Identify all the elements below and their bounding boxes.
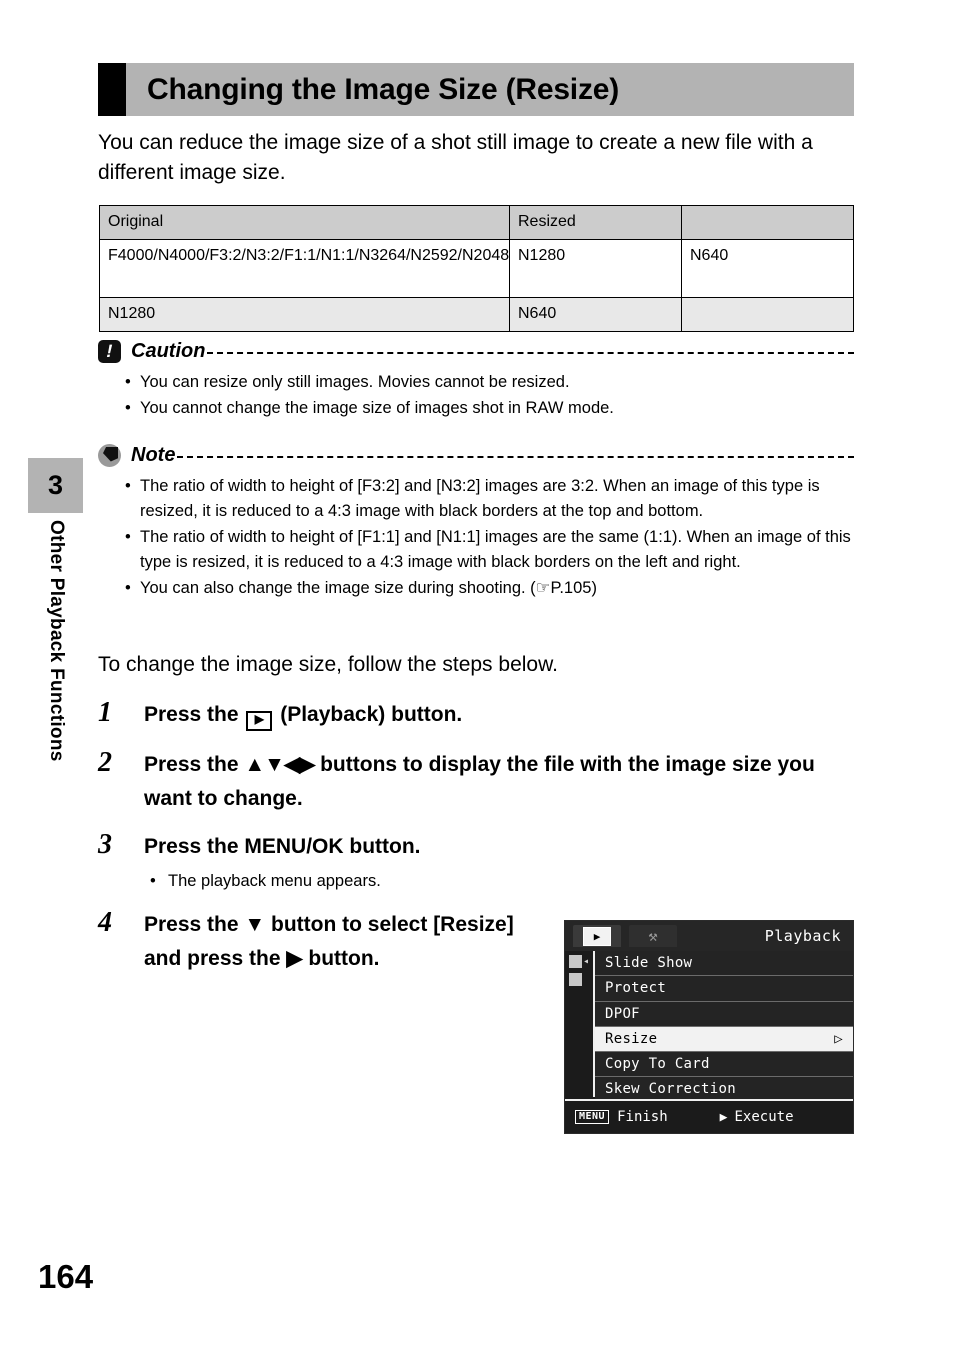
lcd-menu-item-label: Resize [605, 1030, 658, 1047]
direction-pad-arrows-icon: ▲▼◀▶ [244, 753, 315, 776]
lcd-execute-label: Execute [734, 1109, 794, 1125]
note-label: Note [131, 443, 176, 466]
chevron-left-icon: ◂ [583, 956, 590, 967]
list-item: You can also change the image size durin… [98, 576, 854, 601]
table-header-resized: Resized [509, 205, 682, 240]
table-cell-resized-2 [681, 297, 854, 332]
chapter-title: Other Playback Functions [34, 520, 78, 860]
note-block: Note The ratio of width to height of [F3… [98, 440, 854, 602]
down-arrow-icon: ▼ [244, 913, 266, 936]
step-text: Press the ▲▼◀▶ buttons to display the fi… [144, 748, 854, 816]
chapter-tab: 3 [28, 458, 83, 513]
resize-spec-table: Original Resized F4000/N4000/F3:2/N3:2/F… [99, 205, 854, 332]
note-divider [177, 455, 854, 458]
lcd-tab-bar: ▶ ⚒ Playback [565, 921, 853, 951]
camera-lcd-screenshot: ▶ ⚒ Playback ◂ Slide Show Protect DPOF R… [564, 920, 854, 1134]
step-number: 2 [98, 747, 112, 778]
table-header-original: Original [99, 205, 510, 240]
lcd-menu-item-label: Slide Show [605, 955, 693, 971]
step-2: 2 Press the ▲▼◀▶ buttons to display the … [98, 748, 854, 816]
lcd-scroll-box-bottom [569, 973, 582, 986]
lcd-setup-tab[interactable]: ⚒ [629, 925, 677, 947]
caution-block: Caution You can resize only still images… [98, 336, 854, 422]
step-text-before: Press the [144, 913, 245, 936]
table-header-resized-spacer [681, 205, 854, 240]
lcd-scroll-indicator: ◂ [569, 955, 591, 1093]
page-number: 164 [38, 1258, 94, 1295]
list-item: The ratio of width to height of [F3:2] a… [98, 474, 854, 524]
step-text-after: (Playback) button. [274, 703, 463, 726]
step-text: Press the ▼ button to select [Resize] an… [144, 908, 516, 976]
menu-key-badge: MENU [575, 1110, 610, 1124]
title-bar-marker [98, 63, 126, 116]
lcd-menu-item-slide-show[interactable]: Slide Show [595, 951, 853, 977]
chapter-title-label: Other Playback Functions [46, 520, 67, 762]
playback-icon: ▶ [583, 926, 611, 946]
page-title-bar: Changing the Image Size (Resize) [98, 63, 854, 116]
step-number: 3 [98, 829, 112, 860]
step-1: 1 Press the ▶ (Playback) button. [98, 698, 854, 732]
lcd-menu-item-dpof[interactable]: DPOF [595, 1001, 853, 1027]
lcd-menu-item-label: DPOF [605, 1005, 640, 1022]
caution-icon [98, 339, 121, 363]
caution-heading: Caution [98, 336, 854, 366]
lcd-menu-body: ◂ Slide Show Protect DPOF Resize ▷ Copy … [565, 951, 853, 1103]
note-heading: Note [98, 440, 854, 470]
lcd-finish-label: Finish [617, 1109, 668, 1125]
step-sub-list: The playback menu appears. [144, 869, 854, 894]
lcd-footer-bar: MENU Finish ▶ Execute [565, 1099, 853, 1133]
step-number: 4 [98, 907, 112, 938]
step-4: 4 Press the ▼ button to select [Resize] … [98, 908, 528, 976]
page-title: Changing the Image Size (Resize) [147, 72, 620, 106]
playback-button-icon: ▶ [246, 711, 273, 731]
step-text: Press the MENU/OK button. [144, 835, 421, 858]
lead-in-paragraph: To change the image size, follow the ste… [98, 653, 558, 676]
lcd-menu-item-copy-to-card[interactable]: Copy To Card [595, 1052, 853, 1078]
chevron-right-icon: ▷ [834, 1030, 843, 1047]
lcd-playback-tab[interactable]: ▶ [573, 925, 621, 947]
step-3: 3 Press the MENU/OK button. The playback… [98, 829, 854, 895]
lcd-menu-item-label: Skew Correction [605, 1081, 736, 1098]
caution-divider [207, 351, 854, 354]
lcd-menu-item-label: Copy To Card [605, 1056, 710, 1073]
chapter-number: 3 [47, 470, 64, 500]
lcd-menu-item-resize[interactable]: Resize ▷ [595, 1026, 853, 1053]
table-header-row: Original Resized [99, 205, 854, 240]
caution-label: Caution [131, 339, 206, 362]
table-cell-original: N1280 [99, 297, 510, 332]
note-list: The ratio of width to height of [F3:2] a… [98, 474, 854, 601]
table-row: F4000/N4000/F3:2/N3:2/F1:1/N1:1/N3264/N2… [99, 239, 854, 298]
lcd-screen-title: Playback [764, 927, 841, 945]
step-text-before: Press the [144, 753, 245, 776]
caution-list: You can resize only still images. Movies… [98, 370, 854, 421]
table-cell-resized-2: N640 [681, 239, 854, 298]
note-icon [98, 443, 121, 467]
list-item: You cannot change the image size of imag… [98, 396, 854, 421]
lcd-menu-item-label: Protect [605, 980, 667, 997]
list-item: You can resize only still images. Movies… [98, 370, 854, 395]
list-item: The playback menu appears. [144, 869, 854, 894]
table-cell-original: F4000/N4000/F3:2/N3:2/F1:1/N1:1/N3264/N2… [99, 239, 510, 298]
step-text-before: Press the [144, 703, 245, 726]
lcd-scroll-box-top [569, 955, 582, 968]
list-item: The ratio of width to height of [F1:1] a… [98, 525, 854, 575]
table-row: N1280 N640 [99, 297, 854, 332]
wrench-icon: ⚒ [648, 927, 658, 945]
table-cell-resized-1: N640 [509, 297, 682, 332]
step-number: 1 [98, 697, 112, 728]
lcd-menu-item-protect[interactable]: Protect [595, 976, 853, 1002]
step-text: Press the ▶ (Playback) button. [144, 698, 462, 732]
right-arrow-icon: ▶ [719, 1109, 728, 1125]
lcd-execute-action: ▶ Execute [720, 1109, 794, 1125]
lcd-menu-list: Slide Show Protect DPOF Resize ▷ Copy To… [595, 951, 853, 1103]
table-cell-resized-1: N1280 [509, 239, 682, 298]
intro-paragraph: You can reduce the image size of a shot … [98, 131, 813, 184]
